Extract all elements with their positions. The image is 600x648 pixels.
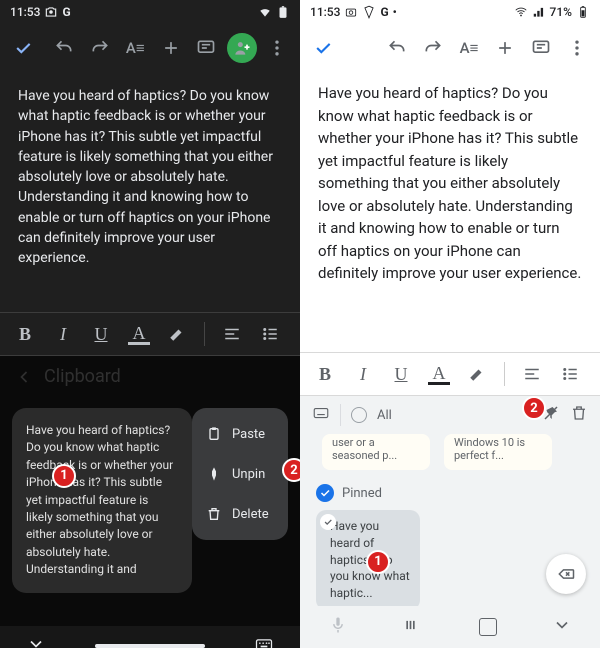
clipboard-panel: Clipboard Have you heard of haptics? Do …	[0, 356, 300, 648]
annotation-badge-2: 2	[282, 458, 300, 482]
camera-icon	[44, 5, 58, 19]
status-time: 11:53	[10, 5, 40, 19]
google-icon: G	[380, 5, 388, 19]
nav-bar	[300, 606, 600, 648]
share-button[interactable]	[227, 33, 257, 63]
check-icon	[320, 514, 336, 530]
select-all-circle[interactable]	[351, 407, 367, 423]
more-button[interactable]	[562, 33, 592, 63]
wifi-icon	[258, 5, 272, 19]
list-button[interactable]	[259, 325, 281, 343]
mic-icon[interactable]	[328, 615, 348, 639]
underline-button[interactable]: U	[390, 364, 412, 385]
text-color-button[interactable]: A	[128, 324, 150, 345]
insert-button[interactable]	[156, 33, 186, 63]
document-body[interactable]: Have you heard of haptics? Do you know w…	[300, 72, 600, 295]
keyboard-icon[interactable]	[254, 634, 274, 648]
text-format-button[interactable]: A≡	[454, 33, 484, 63]
annotation-badge-1: 1	[52, 464, 76, 488]
bold-button[interactable]: B	[14, 324, 36, 345]
battery-icon	[276, 5, 290, 19]
context-menu: Paste Unpin 2 Delete	[192, 408, 288, 540]
more-button[interactable]	[263, 33, 293, 63]
clipboard-toolbar: All 2	[300, 396, 600, 434]
text-color-button[interactable]: A	[428, 364, 450, 385]
italic-button[interactable]: I	[352, 364, 374, 385]
highlight-button[interactable]	[466, 365, 488, 383]
done-button[interactable]	[308, 33, 338, 63]
battery-text: 71%	[550, 5, 572, 19]
back-button[interactable]	[552, 615, 572, 639]
italic-button[interactable]: I	[52, 324, 74, 345]
clip-item[interactable]: user or a seasoned p...	[322, 434, 430, 470]
editor-toolbar: A≡	[0, 24, 300, 72]
bullet-icon: •	[393, 5, 397, 19]
camera-icon	[344, 5, 358, 19]
clipboard-item[interactable]: Have you heard of haptics? Do you know w…	[12, 408, 192, 593]
unpin-item[interactable]: Unpin 2	[192, 454, 288, 494]
signal-icon	[532, 5, 546, 19]
pin-icon[interactable]: 2	[542, 404, 560, 426]
battery-icon	[576, 5, 590, 19]
gesture-bar	[95, 644, 205, 648]
collapse-icon[interactable]	[26, 634, 46, 648]
bold-button[interactable]: B	[314, 364, 336, 385]
redo-button[interactable]	[85, 33, 115, 63]
wifi-icon	[514, 5, 528, 19]
comment-button[interactable]	[192, 33, 222, 63]
status-bar: 11:53 G	[0, 0, 300, 24]
left-phone: 11:53 G A≡ Have you heard of haptics? Do…	[0, 0, 300, 648]
right-phone: 11:53 G • 71% A≡ Have you h	[300, 0, 600, 648]
text-format-button[interactable]: A≡	[121, 33, 151, 63]
google-icon: G	[62, 5, 70, 19]
paste-item[interactable]: Paste	[192, 414, 288, 454]
home-button[interactable]	[479, 618, 497, 636]
annotation-badge-1: 1	[366, 550, 390, 574]
location-icon	[362, 5, 376, 19]
all-label[interactable]: All	[377, 408, 392, 423]
format-bar: B I U A	[0, 312, 300, 356]
redo-button[interactable]	[418, 33, 448, 63]
recent-clips: user or a seasoned p... Windows 10 is pe…	[300, 434, 600, 470]
done-button[interactable]	[8, 33, 38, 63]
align-button[interactable]	[521, 365, 543, 383]
pinned-header[interactable]: Pinned	[300, 470, 600, 510]
format-bar: B I U A	[300, 352, 600, 396]
list-button[interactable]	[559, 365, 581, 383]
editor-toolbar: A≡	[300, 24, 600, 72]
align-button[interactable]	[221, 325, 243, 343]
pinned-clip[interactable]: Have you heard of haptics? Do you know w…	[316, 510, 420, 610]
undo-button[interactable]	[382, 33, 412, 63]
insert-button[interactable]	[490, 33, 520, 63]
backspace-fab[interactable]	[546, 554, 586, 594]
annotation-badge-2: 2	[522, 396, 546, 420]
delete-item[interactable]: Delete	[192, 494, 288, 534]
clipboard-panel: All 2 user or a seasoned p... Windows 10…	[300, 396, 600, 648]
keyboard-footer	[0, 626, 300, 648]
separator	[204, 322, 205, 346]
status-time: 11:53	[310, 5, 340, 19]
recents-button[interactable]	[403, 615, 423, 639]
comment-button[interactable]	[526, 33, 556, 63]
undo-button[interactable]	[50, 33, 80, 63]
separator	[504, 362, 505, 386]
delete-icon[interactable]	[570, 404, 588, 426]
keyboard-toggle-icon[interactable]	[312, 404, 330, 426]
check-icon	[316, 484, 334, 502]
status-bar: 11:53 G • 71%	[300, 0, 600, 24]
document-body[interactable]: Have you heard of haptics? Do you know w…	[0, 72, 300, 312]
highlight-button[interactable]	[166, 325, 188, 343]
underline-button[interactable]: U	[90, 324, 112, 345]
clip-item[interactable]: Windows 10 is perfect f...	[444, 434, 552, 470]
